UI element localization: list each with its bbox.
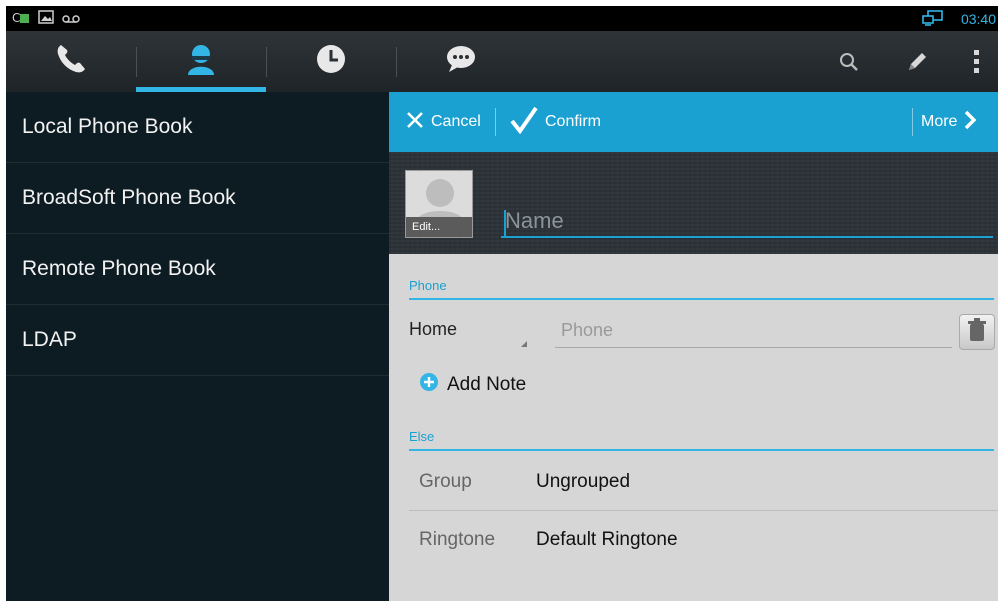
phonebook-list: Local Phone Book BroadSoft Phone Book Re… <box>6 92 389 601</box>
section-title: Else <box>409 429 435 444</box>
network-icon <box>922 10 944 31</box>
phone-type-value: Home <box>409 319 458 339</box>
name-field[interactable] <box>501 206 993 238</box>
phone-icon <box>54 42 88 81</box>
dropdown-corner-icon <box>521 341 527 347</box>
search-icon[interactable] <box>824 31 874 92</box>
add-note-button[interactable]: Add Note <box>419 372 526 398</box>
section-title: Phone <box>409 278 447 293</box>
phonebook-item-ldap[interactable]: LDAP <box>6 305 389 376</box>
check-icon <box>509 106 539 139</box>
add-note-label: Add Note <box>447 374 527 395</box>
edit-pencil-icon[interactable] <box>892 31 942 92</box>
screen: C 03:40 Local Phone Book BroadSoft Phone… <box>6 6 998 601</box>
voicemail-icon <box>62 11 80 29</box>
cancel-label: Cancel <box>431 113 481 130</box>
group-key: Group <box>419 471 472 492</box>
action-bar <box>6 31 998 92</box>
tab-history[interactable] <box>266 31 396 92</box>
more-label: More <box>921 113 958 130</box>
section-header-phone: Phone <box>409 278 994 300</box>
svg-text:C: C <box>12 11 20 24</box>
message-icon <box>444 44 478 79</box>
section-header-else: Else <box>409 429 994 451</box>
ringtone-key: Ringtone <box>419 529 496 550</box>
status-bar: C 03:40 <box>6 6 998 31</box>
clock-icon <box>314 42 348 81</box>
ringtone-row[interactable]: Ringtone Default Ringtone <box>409 511 994 569</box>
tab-calls[interactable] <box>6 31 136 92</box>
phonebook-item-label: Remote Phone Book <box>22 257 216 280</box>
phone-field[interactable] <box>555 314 952 348</box>
text-cursor <box>504 210 506 236</box>
more-button[interactable]: More <box>921 92 977 152</box>
trash-icon <box>967 317 987 347</box>
group-row[interactable]: Group Ungrouped <box>409 453 994 511</box>
phonebook-item-label: LDAP <box>22 328 77 351</box>
confirm-button[interactable]: Confirm <box>509 92 601 152</box>
divider <box>495 108 496 136</box>
plus-circle-icon <box>419 372 439 398</box>
contact-editor: Cancel Confirm More Edit... Name Phone H… <box>389 92 998 601</box>
group-value: Ungrouped <box>536 471 631 492</box>
overflow-menu-icon[interactable] <box>952 31 998 92</box>
tab-messages[interactable] <box>396 31 526 92</box>
call-forward-icon: C <box>12 10 30 29</box>
status-time: 03:40 <box>960 11 996 27</box>
cancel-button[interactable]: Cancel <box>405 92 481 152</box>
close-icon <box>405 110 425 135</box>
ringtone-value: Default Ringtone <box>536 529 678 550</box>
contact-photo-button[interactable]: Edit... <box>405 170 473 238</box>
delete-phone-button[interactable] <box>959 314 995 350</box>
phonebook-item-remote[interactable]: Remote Phone Book <box>6 234 389 305</box>
phonebook-item-broadsoft[interactable]: BroadSoft Phone Book <box>6 163 389 234</box>
avatar-edit-label: Edit... <box>406 217 472 237</box>
phone-type-select[interactable]: Home <box>409 319 531 349</box>
divider <box>912 108 913 136</box>
image-icon <box>38 10 54 29</box>
chevron-right-icon <box>963 110 977 135</box>
phonebook-item-label: Local Phone Book <box>22 115 193 138</box>
contacts-icon <box>184 42 218 81</box>
contextual-action-bar: Cancel Confirm More <box>389 92 998 152</box>
confirm-label: Confirm <box>545 113 602 130</box>
name-header: Edit... <box>389 152 998 254</box>
tab-contacts[interactable] <box>136 31 266 92</box>
phonebook-item-label: BroadSoft Phone Book <box>22 186 236 209</box>
phonebook-item-local[interactable]: Local Phone Book <box>6 92 389 163</box>
